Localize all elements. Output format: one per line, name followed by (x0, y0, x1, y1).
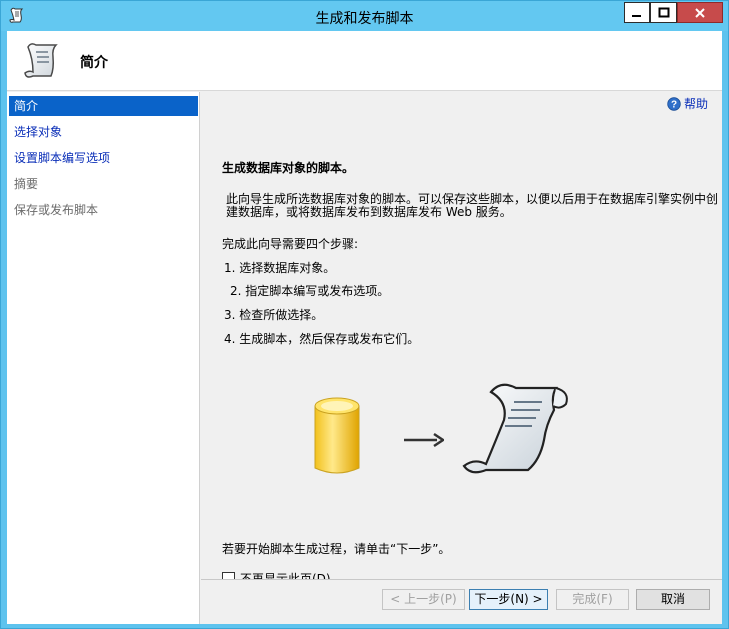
maximize-icon (658, 7, 669, 17)
minimize-icon (632, 14, 641, 17)
page-header: 简介 (7, 31, 722, 91)
nav-item-save-or-publish: 保存或发布脚本 (14, 203, 99, 217)
page-title: 简介 (80, 55, 108, 71)
wizard-client-area: 简介 简介 选择对象 设置脚本编写选项 摘要 保存或发布脚本 ? 帮助 生成数据… (7, 31, 722, 624)
previous-button[interactable]: < 上一步(P) (382, 589, 465, 610)
steps-intro: 完成此向导需要四个步骤: (222, 237, 359, 251)
database-icon (314, 397, 360, 474)
help-link[interactable]: ? 帮助 (667, 95, 708, 112)
nav-item-summary: 摘要 (14, 177, 39, 191)
step-1: 1. 选择数据库对象。 (224, 261, 336, 275)
help-label[interactable]: 帮助 (684, 95, 708, 112)
title-bar[interactable]: 生成和发布脚本 (1, 1, 728, 31)
nav-item-scripting-options[interactable]: 设置脚本编写选项 (9, 148, 198, 168)
wizard-footer: < 上一步(P) 下一步(N) > 完成(F) 取消 (201, 579, 722, 624)
wizard-window: 生成和发布脚本 简介 简介 选择对象 设置脚本编写选项 摘要 保存或发布脚本 ?… (0, 0, 729, 629)
nav-item-intro[interactable]: 简介 (9, 96, 198, 116)
intro-heading: 生成数据库对象的脚本。 (222, 161, 355, 175)
script-scroll-icon (462, 383, 568, 474)
close-icon (695, 7, 705, 18)
step-2: 2. 指定脚本编写或发布选项。 (230, 284, 390, 298)
cancel-button[interactable]: 取消 (636, 589, 710, 610)
window-title: 生成和发布脚本 (315, 11, 414, 27)
intro-content: ? 帮助 生成数据库对象的脚本。 此向导生成所选数据库对象的脚本。可以保存这些脚… (201, 92, 722, 586)
nav-item-select-objects[interactable]: 选择对象 (9, 122, 198, 142)
maximize-button[interactable] (650, 2, 677, 23)
minimize-button[interactable] (624, 2, 650, 23)
intro-description: 此向导生成所选数据库对象的脚本。可以保存这些脚本，以便以后用于在数据库引擎实例中… (226, 192, 719, 219)
step-4: 4. 生成脚本，然后保存或发布它们。 (224, 332, 420, 346)
help-question-icon: ? (667, 96, 681, 111)
script-scroll-icon (24, 43, 58, 78)
step-3: 3. 检查所做选择。 (224, 308, 324, 322)
wizard-nav: 简介 选择对象 设置脚本编写选项 摘要 保存或发布脚本 (7, 92, 200, 624)
start-instruction: 若要开始脚本生成过程，请单击“下一步”。 (222, 542, 451, 556)
finish-button[interactable]: 完成(F) (556, 589, 629, 610)
arrow-right-icon (404, 432, 444, 448)
svg-text:?: ? (671, 99, 677, 110)
next-button[interactable]: 下一步(N) > (469, 589, 548, 610)
close-button[interactable] (677, 2, 723, 23)
